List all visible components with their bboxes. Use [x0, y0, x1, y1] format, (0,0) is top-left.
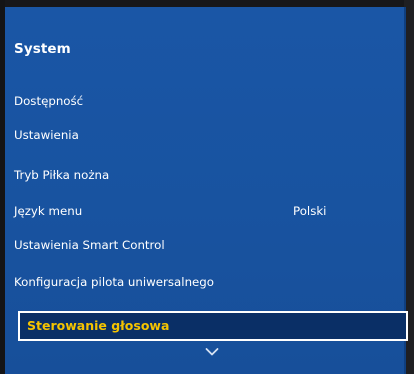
- menu-item-ustawienia-smart-control[interactable]: Ustawienia Smart Control: [14, 233, 398, 257]
- menu-item-label: Ustawienia: [14, 128, 79, 142]
- menu-item-value: Polski: [293, 204, 327, 218]
- menu-item-label: Język menu: [14, 204, 83, 218]
- menu-item-jezyk-menu[interactable]: Język menu Polski: [14, 199, 398, 223]
- menu-title: System: [14, 41, 71, 57]
- system-menu-panel: System Dostępność Ustawienia Tryb Piłka …: [0, 0, 414, 374]
- menu-item-tryb-pilka-nozna[interactable]: Tryb Piłka nożna: [14, 163, 398, 187]
- menu-item-label: Dostępność: [14, 94, 84, 108]
- panel-left-edge: [0, 0, 5, 374]
- chevron-down-icon[interactable]: [205, 347, 219, 357]
- menu-item-label: Sterowanie głosowa: [27, 318, 170, 333]
- menu-item-label: Tryb Piłka nożna: [14, 168, 110, 182]
- menu-item-ustawienia[interactable]: Ustawienia: [14, 123, 398, 147]
- menu-item-dostepnosc[interactable]: Dostępność: [14, 89, 398, 113]
- menu-item-sterowanie-glosowa[interactable]: Sterowanie głosowa: [18, 311, 408, 341]
- menu-item-label: Konfiguracja pilota uniwersalnego: [14, 275, 215, 289]
- menu-item-label: Ustawienia Smart Control: [14, 238, 165, 252]
- menu-item-konfiguracja-pilota[interactable]: Konfiguracja pilota uniwersalnego: [14, 270, 398, 294]
- panel-top-edge: [0, 0, 414, 7]
